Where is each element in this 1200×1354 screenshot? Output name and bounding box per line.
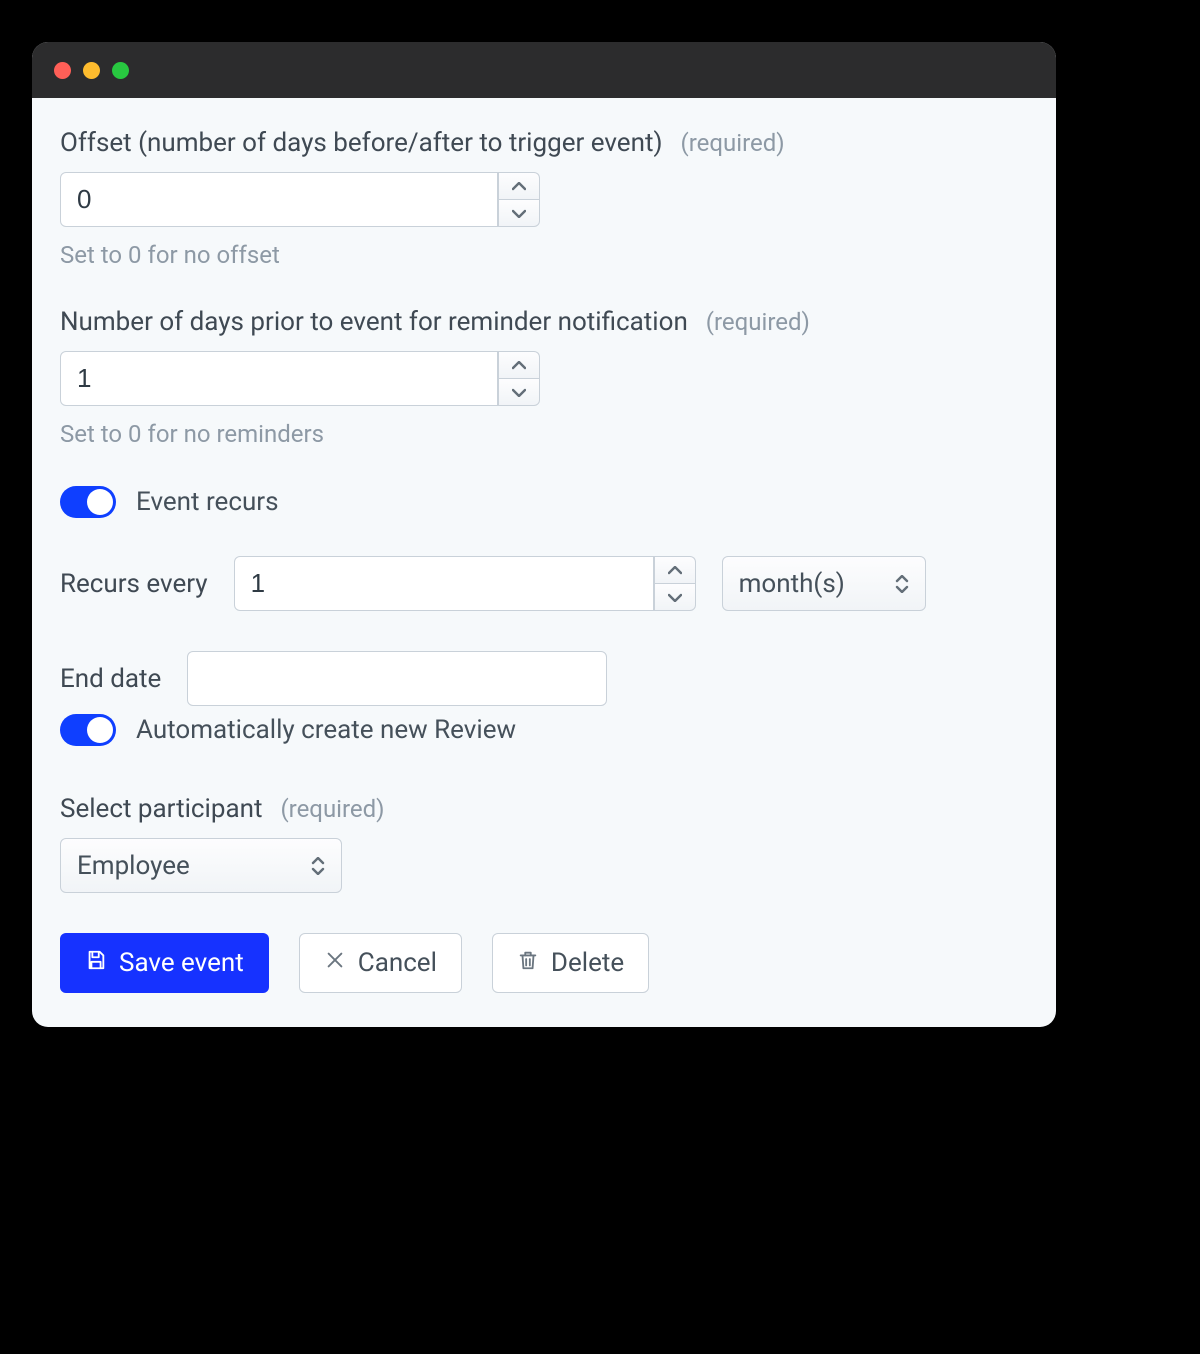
participant-label: Select participant [60,794,262,824]
end-date-row: End date [60,651,1028,706]
recurs-unit-select[interactable]: month(s) [722,556,926,611]
auto-review-row: Automatically create new Review [60,714,1028,746]
offset-label: Offset (number of days before/after to t… [60,128,663,158]
cancel-button[interactable]: Cancel [299,933,462,993]
participant-select[interactable]: Employee [60,838,342,893]
trash-icon [517,948,539,978]
app-window: Offset (number of days before/after to t… [32,42,1056,1027]
reminder-field: Number of days prior to event for remind… [60,307,1028,448]
recurs-every-step-up[interactable] [654,556,696,583]
window-zoom-icon[interactable] [112,62,129,79]
toggle-knob-icon [87,489,113,515]
window-close-icon[interactable] [54,62,71,79]
offset-required-tag: (required) [681,129,785,157]
recurs-toggle[interactable] [60,486,116,518]
offset-hint: Set to 0 for no offset [60,241,1028,269]
select-chevron-icon [895,575,909,593]
select-chevron-icon [311,857,325,875]
offset-field: Offset (number of days before/after to t… [60,128,1028,269]
recurs-every-label: Recurs every [60,569,208,599]
recurs-every-step-down[interactable] [654,583,696,611]
reminder-step-up[interactable] [498,351,540,378]
offset-input[interactable] [60,172,498,227]
participant-value: Employee [77,851,190,881]
form-body: Offset (number of days before/after to t… [32,98,1056,1027]
end-date-input[interactable] [187,651,607,706]
save-button[interactable]: Save event [60,933,269,993]
reminder-step-down[interactable] [498,378,540,406]
save-button-label: Save event [119,948,244,978]
offset-step-down[interactable] [498,199,540,227]
participant-field: Select participant (required) Employee [60,794,1028,893]
offset-step-up[interactable] [498,172,540,199]
close-icon [324,948,346,978]
recurs-unit-value: month(s) [739,569,845,599]
auto-review-toggle[interactable] [60,714,116,746]
save-icon [85,948,107,978]
reminder-input[interactable] [60,351,498,406]
recurs-every-row: Recurs every month(s) [60,556,1028,611]
reminder-hint: Set to 0 for no reminders [60,420,1028,448]
auto-review-label: Automatically create new Review [136,715,516,745]
recurs-toggle-label: Event recurs [136,487,279,517]
end-date-label: End date [60,664,161,694]
cancel-button-label: Cancel [358,948,437,978]
recurs-every-input[interactable] [234,556,654,611]
action-bar: Save event Cancel Delete [60,933,1028,993]
window-minimize-icon[interactable] [83,62,100,79]
reminder-required-tag: (required) [706,308,810,336]
delete-button[interactable]: Delete [492,933,649,993]
delete-button-label: Delete [551,948,624,978]
recurs-toggle-row: Event recurs [60,486,1028,518]
toggle-knob-icon [87,717,113,743]
reminder-label: Number of days prior to event for remind… [60,307,688,337]
participant-required-tag: (required) [280,795,384,823]
titlebar [32,42,1056,98]
